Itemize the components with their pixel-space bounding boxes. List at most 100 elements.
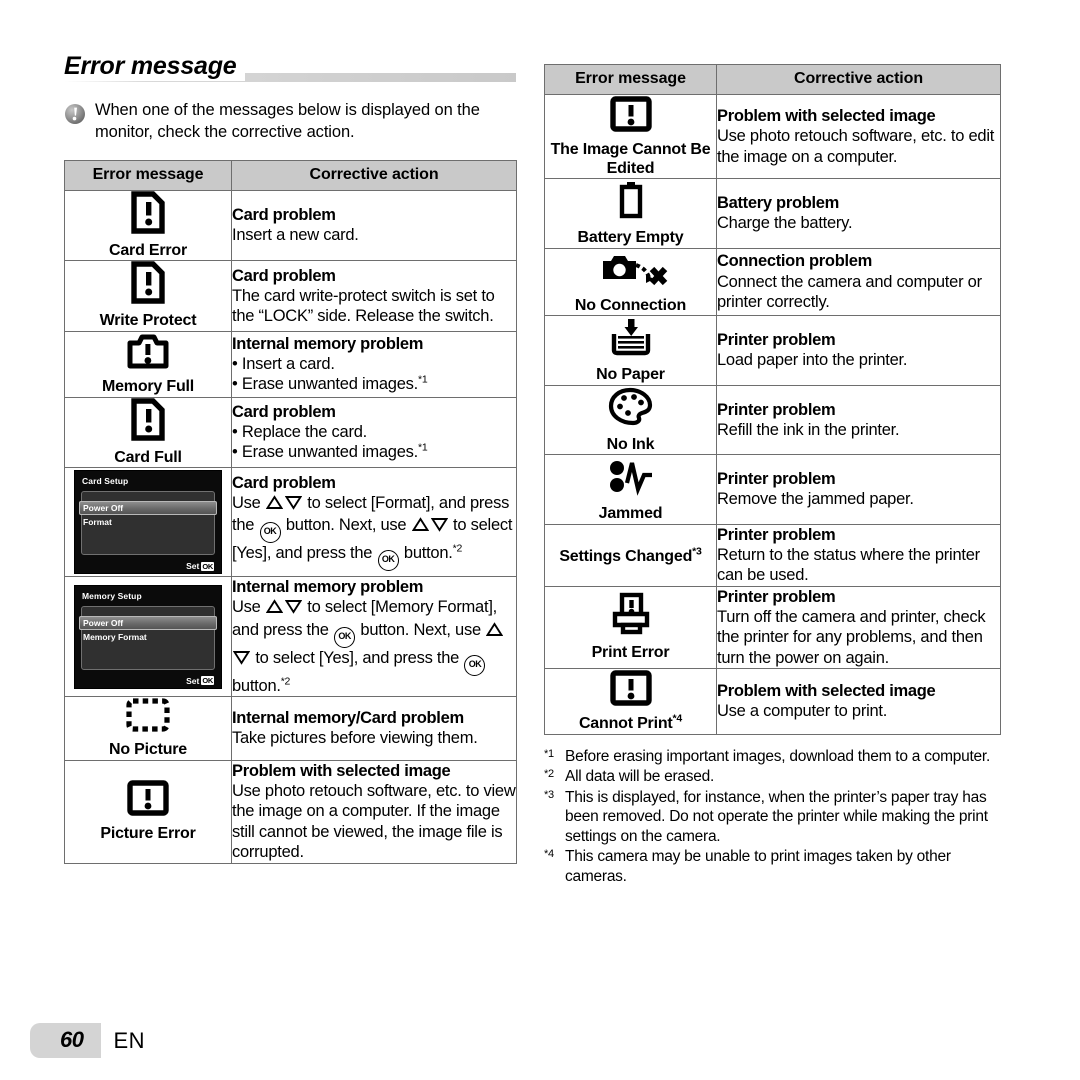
footnote-mark: *3: [544, 788, 554, 801]
battery-empty-icon: [616, 179, 646, 226]
lcd-menu-item[interactable]: Format: [79, 515, 217, 528]
action-body: Use a computer to print.: [717, 702, 888, 721]
action-title: Card problem: [232, 402, 336, 421]
card-error-icon: [131, 261, 165, 309]
action-cell: Card problem The card write-protect swit…: [231, 260, 517, 332]
message-label: No Picture: [108, 741, 188, 759]
no-picture-icon: [125, 697, 171, 738]
footnote-item: *1 Before erasing important images, down…: [544, 747, 1000, 767]
footnote-text: Before erasing important images, downloa…: [565, 747, 991, 765]
action-title: Card problem: [232, 266, 336, 285]
message-cell: The Image Cannot Be Edited: [544, 93, 717, 180]
footnote-mark: *2: [544, 768, 554, 781]
language-code: EN: [113, 1027, 146, 1053]
action-body: • Insert a card. • Erase unwanted images…: [232, 354, 516, 395]
action-cell: Internal memory problem Use to select [M…: [231, 576, 517, 698]
message-cell: Jammed: [544, 454, 717, 525]
message-cell: Write Protect: [64, 260, 232, 332]
action-cell: Internal memory/Card problem Take pictur…: [231, 696, 517, 761]
footnote-item: *2 All data will be erased.: [544, 767, 1000, 787]
lcd-menu: Power Off Memory Format: [79, 615, 217, 643]
action-cell: Card problem • Replace the card. • Erase…: [231, 396, 517, 469]
message-cell: Card Setup Power Off Format Set OK: [64, 467, 232, 578]
table-row: The Image Cannot Be Edited Problem with …: [544, 93, 1001, 180]
table-row: Jammed Printer problem Remove the jammed…: [544, 454, 1001, 525]
table-row: Settings Changed*3 Printer problem Retur…: [544, 523, 1001, 587]
action-cell: Connection problem Connect the camera an…: [716, 247, 1001, 317]
ok-button-icon: OK: [377, 550, 399, 572]
lcd-menu-item[interactable]: Memory Format: [79, 630, 217, 643]
lcd-menu-item-selected[interactable]: Power Off: [79, 501, 217, 516]
footnote-mark: *1: [417, 441, 428, 454]
card-error-icon: [131, 191, 165, 239]
left-error-table: Error message Corrective action Card Err…: [64, 159, 517, 864]
message-cell: Cannot Print*4: [544, 668, 717, 735]
action-cell: Printer problem Remove the jammed paper.: [716, 454, 1001, 525]
picture-error-icon: [609, 95, 653, 138]
footnote-item: *3 This is displayed, for instance, when…: [544, 788, 1000, 847]
action-cell: Printer problem Return to the status whe…: [716, 523, 1001, 587]
table-row: Card Full Card problem • Replace the car…: [64, 396, 517, 469]
action-body: Connect the camera and computer or print…: [717, 272, 982, 311]
table-row: No Picture Internal memory/Card problem …: [64, 696, 517, 761]
table-row: No Paper Printer problem Load paper into…: [544, 315, 1001, 386]
print-error-icon: [609, 592, 653, 641]
footnote-mark: *2: [452, 542, 463, 555]
action-bullet: • Insert a card.: [232, 354, 335, 373]
footnote-list: *1 Before erasing important images, down…: [544, 747, 1000, 887]
action-title: Internal memory problem: [232, 578, 424, 597]
message-label: No Ink: [606, 435, 655, 453]
up-triangle-icon: [486, 621, 504, 642]
message-cell: Memory Full: [64, 330, 232, 398]
message-cell: Print Error: [544, 585, 717, 670]
camera-lcd-memory-setup: Memory Setup Power Off Memory Format Set…: [74, 584, 222, 689]
lcd-title: Memory Setup: [82, 590, 142, 601]
message-cell: No Picture: [64, 696, 232, 761]
table-row: No Connection Connection problem Connect…: [544, 247, 1001, 317]
action-body: Refill the ink in the printer.: [717, 420, 900, 439]
picture-error-icon: [609, 669, 653, 712]
intro-note: When one of the messages below is displa…: [64, 100, 516, 144]
footnote-mark: *1: [417, 373, 428, 386]
action-body: Use photo retouch software, etc. to edit…: [717, 127, 995, 166]
table-row: Memory Setup Power Off Memory Format Set…: [64, 576, 517, 698]
action-body: Take pictures before viewing them.: [232, 729, 478, 748]
jammed-icon: [605, 455, 657, 502]
action-title: Problem with selected image: [232, 761, 451, 780]
page-title: Error message: [64, 52, 245, 81]
message-cell: Memory Setup Power Off Memory Format Set…: [64, 576, 232, 698]
left-column: Error message When one of the messages b…: [64, 52, 517, 864]
message-label: Jammed: [598, 505, 663, 523]
ok-button-icon: OK: [334, 626, 356, 648]
page-footer: 60 EN: [30, 1023, 145, 1058]
action-title: Printer problem: [717, 470, 836, 489]
action-cell: Printer problem Load paper into the prin…: [716, 315, 1001, 386]
header-corrective-action: Corrective action: [716, 64, 1001, 95]
header-error-message: Error message: [64, 159, 232, 191]
action-body: Remove the jammed paper.: [717, 490, 914, 509]
action-body: Insert a new card.: [232, 226, 359, 245]
message-cell: Picture Error: [64, 759, 232, 864]
action-title: Internal memory/Card problem: [232, 709, 464, 728]
down-triangle-icon: [284, 495, 303, 515]
header-corrective-action: Corrective action: [231, 159, 517, 191]
message-cell: Battery Empty: [544, 178, 717, 249]
lcd-set-label: Set: [186, 675, 200, 686]
action-cell: Card problem Insert a new card.: [231, 189, 517, 262]
action-title: Problem with selected image: [717, 107, 936, 126]
action-cell: Problem with selected image Use a comput…: [716, 668, 1001, 735]
down-triangle-icon: [232, 650, 251, 670]
message-cell: No Paper: [544, 315, 717, 386]
down-triangle-icon: [284, 599, 303, 619]
table-row: No Ink Printer problem Refill the ink in…: [544, 384, 1001, 456]
lcd-menu: Power Off Format: [79, 501, 217, 528]
action-body: The card write-protect switch is set to …: [232, 286, 495, 326]
action-cell: Printer problem Turn off the camera and …: [716, 585, 1001, 670]
message-label: Write Protect: [99, 312, 197, 330]
message-cell: No Connection: [544, 247, 717, 317]
lcd-menu-item-selected[interactable]: Power Off: [79, 615, 217, 630]
message-label: Cannot Print*4: [578, 713, 683, 733]
action-cell: Problem with selected image Use photo re…: [231, 759, 517, 864]
footnote-mark: *4: [544, 848, 554, 861]
message-label: Memory Full: [101, 377, 195, 395]
